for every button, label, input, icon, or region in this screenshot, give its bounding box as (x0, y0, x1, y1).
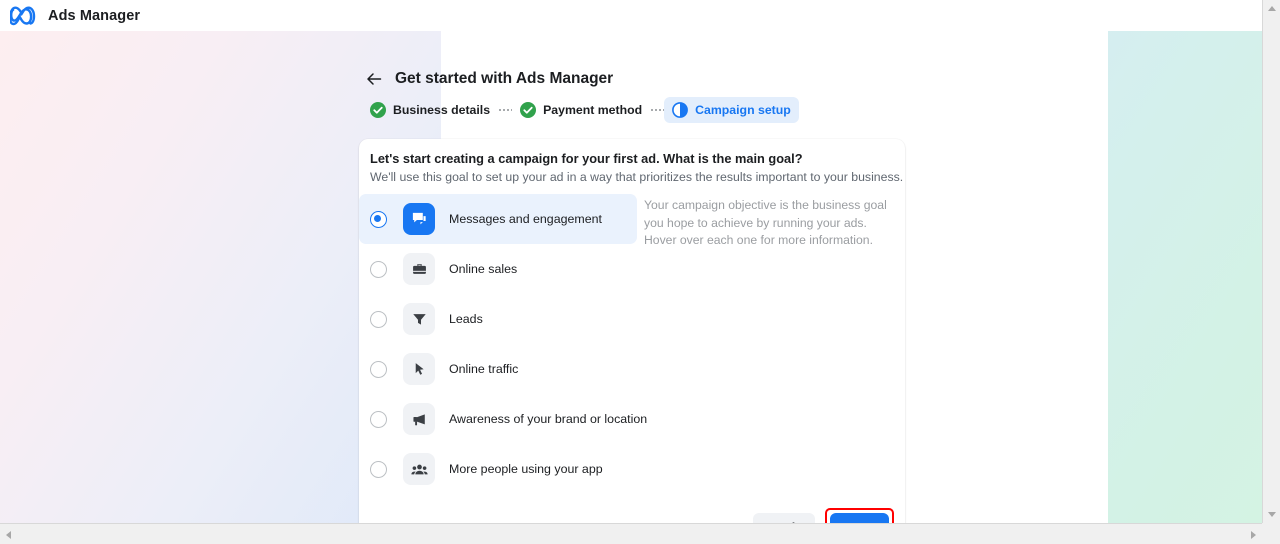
goal-option-label: Online sales (449, 262, 517, 276)
step-payment-method[interactable]: Payment method (512, 97, 650, 123)
cursor-arrow-icon (403, 353, 435, 385)
goal-option-online-sales[interactable]: Online sales (359, 244, 637, 294)
step-connector (498, 109, 512, 111)
check-circle-icon (520, 102, 536, 118)
objective-help-text: Your campaign objective is the business … (644, 197, 892, 250)
step-connector (650, 109, 664, 111)
card-footer: Back Next (753, 508, 894, 523)
goal-option-app-installs[interactable]: More people using your app (359, 444, 637, 494)
next-button[interactable]: Next (830, 513, 889, 523)
meta-infinity-logo-icon (10, 6, 40, 26)
goal-option-awareness[interactable]: Awareness of your brand or location (359, 394, 637, 444)
radio-button[interactable] (370, 361, 387, 378)
briefcase-icon (403, 253, 435, 285)
half-filled-circle-icon (672, 102, 688, 118)
goal-option-label: More people using your app (449, 462, 603, 476)
scroll-down-arrow-icon[interactable] (1268, 512, 1276, 517)
funnel-icon (403, 303, 435, 335)
chat-bubbles-icon (403, 203, 435, 235)
radio-button[interactable] (370, 411, 387, 428)
campaign-goal-card: Let's start creating a campaign for your… (359, 139, 905, 523)
megaphone-icon (403, 403, 435, 435)
step-campaign-setup[interactable]: Campaign setup (664, 97, 799, 123)
step-label: Campaign setup (695, 103, 791, 117)
step-label: Business details (393, 103, 490, 117)
check-circle-icon (370, 102, 386, 118)
page-title: Get started with Ads Manager (395, 70, 613, 88)
page-background: Get started with Ads Manager Business de… (0, 31, 1262, 523)
scroll-up-arrow-icon[interactable] (1268, 6, 1276, 11)
goal-option-label: Awareness of your brand or location (449, 412, 647, 426)
next-button-highlight: Next (825, 508, 894, 523)
goal-option-label: Messages and engagement (449, 212, 602, 226)
horizontal-scrollbar[interactable] (0, 523, 1280, 544)
goal-option-leads[interactable]: Leads (359, 294, 637, 344)
card-subtitle: We'll use this goal to set up your ad in… (370, 170, 903, 184)
scroll-right-arrow-icon[interactable] (1251, 531, 1256, 539)
goal-option-online-traffic[interactable]: Online traffic (359, 344, 637, 394)
app-title: Ads Manager (48, 8, 140, 24)
people-group-icon (403, 453, 435, 485)
radio-button[interactable] (370, 461, 387, 478)
goal-option-messages-and-engagement[interactable]: Messages and engagement (359, 194, 637, 244)
scrollbar-corner (1262, 523, 1280, 544)
step-business-details[interactable]: Business details (362, 97, 498, 123)
back-button[interactable]: Back (753, 513, 815, 523)
goal-option-label: Online traffic (449, 362, 518, 376)
back-arrow-icon[interactable] (366, 71, 382, 87)
page-header: Get started with Ads Manager (366, 70, 613, 88)
card-title: Let's start creating a campaign for your… (370, 151, 803, 166)
app-bar: Ads Manager (0, 0, 1280, 31)
scroll-left-arrow-icon[interactable] (6, 531, 11, 539)
goal-option-label: Leads (449, 312, 483, 326)
vertical-scrollbar[interactable] (1262, 0, 1280, 523)
goal-options-list: Messages and engagement Online sales (359, 194, 637, 494)
radio-button[interactable] (370, 211, 387, 228)
radio-button[interactable] (370, 311, 387, 328)
step-indicator: Business details Payment method Campaign… (362, 97, 799, 123)
step-label: Payment method (543, 103, 642, 117)
radio-button[interactable] (370, 261, 387, 278)
